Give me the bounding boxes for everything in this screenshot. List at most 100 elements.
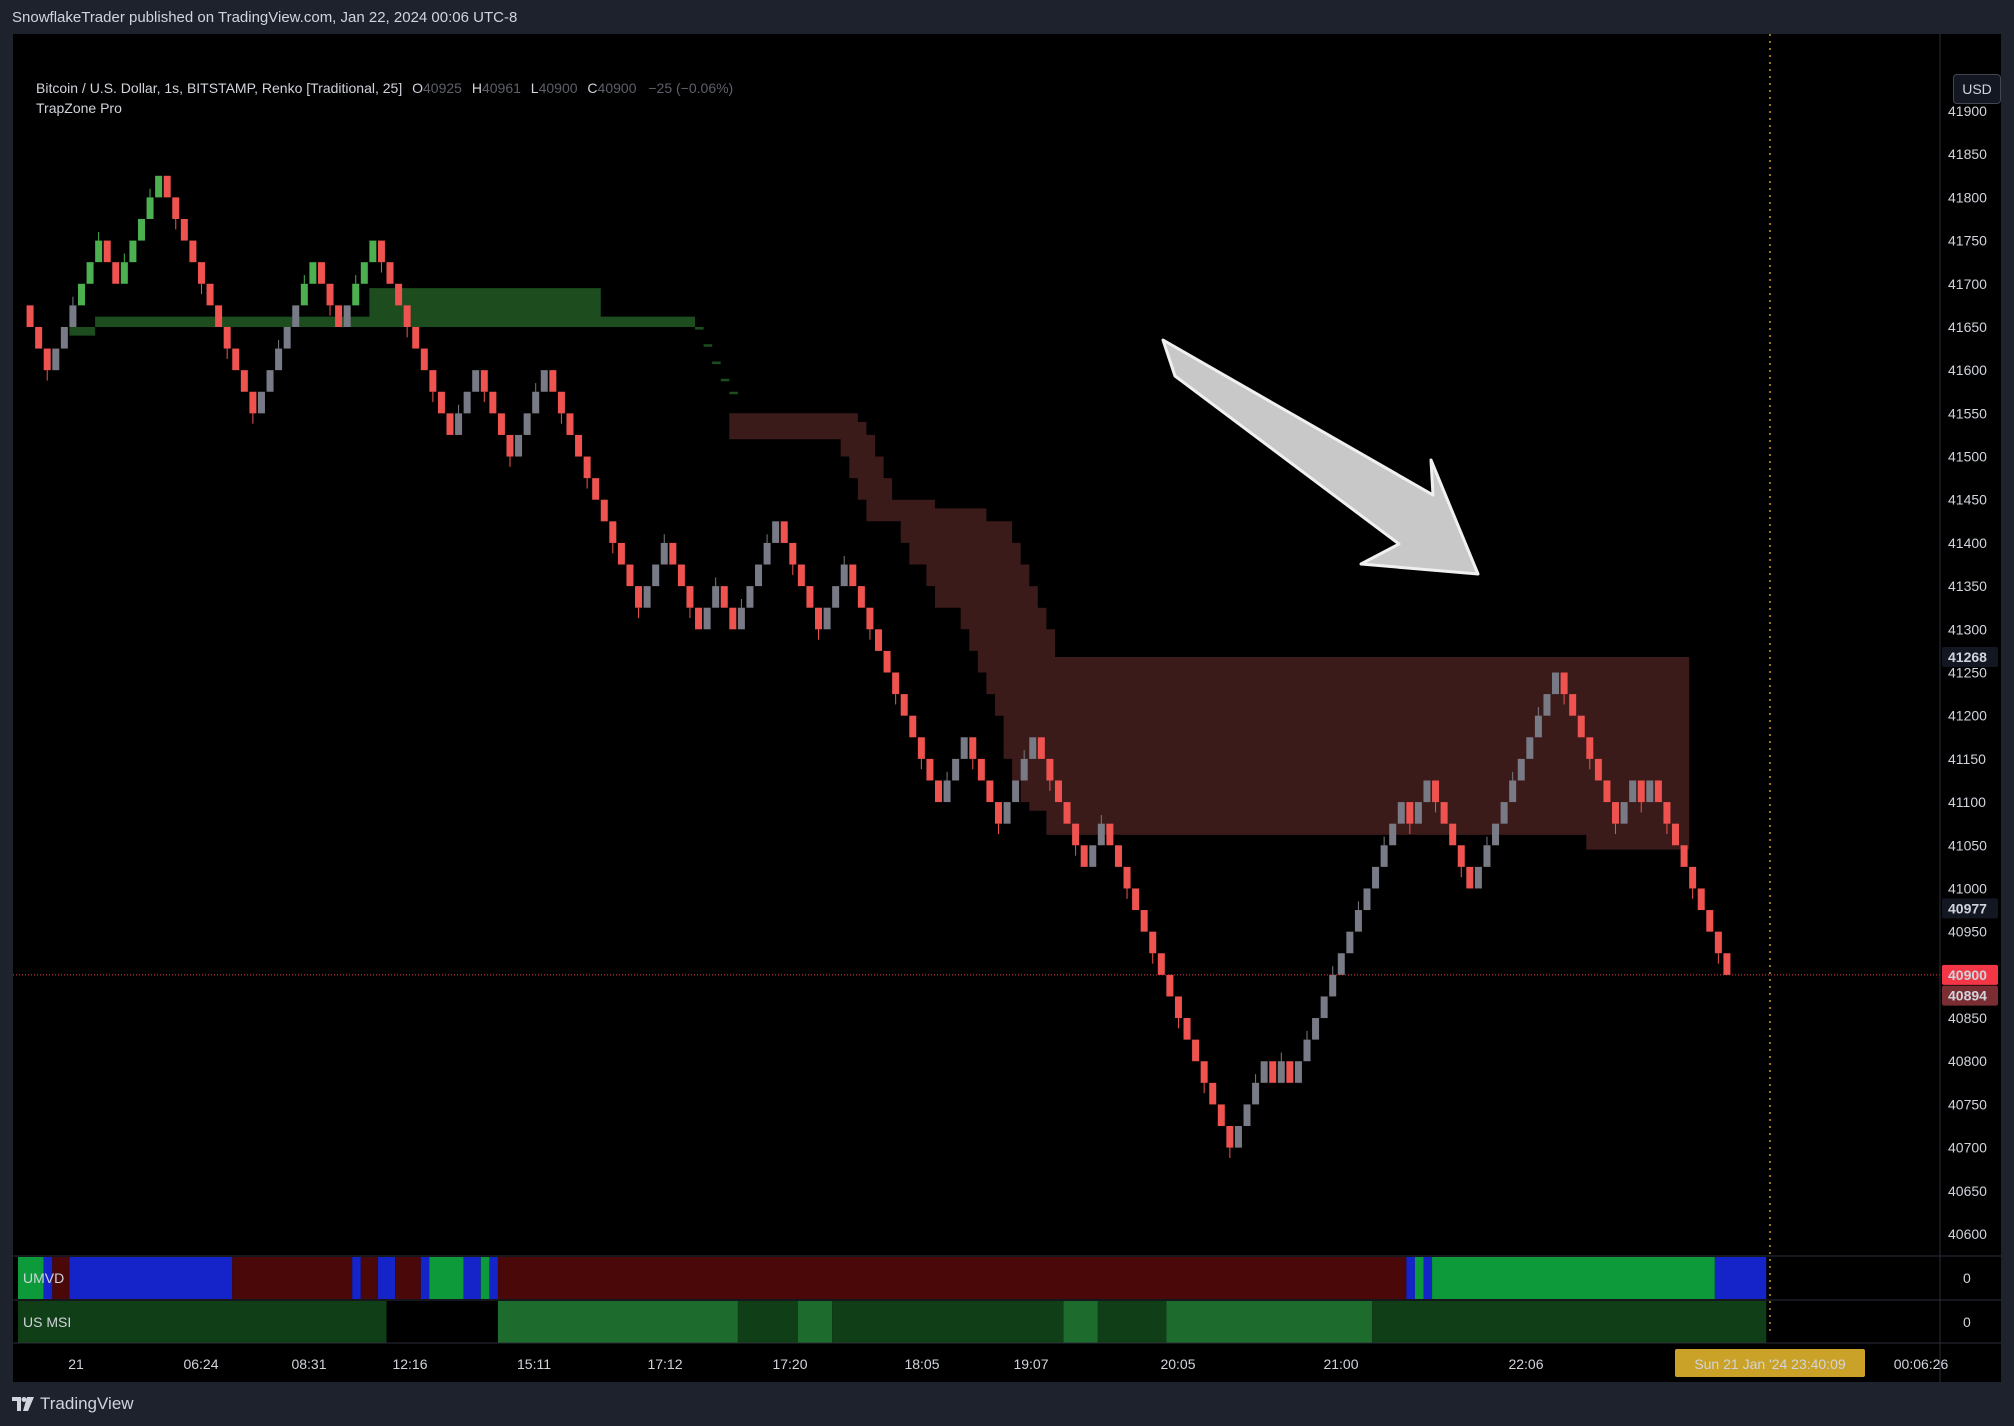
- up-brick: [300, 283, 308, 306]
- umvd-segment: [1414, 1257, 1424, 1299]
- up-brick: [1277, 1061, 1285, 1083]
- support-zone: [69, 288, 738, 395]
- down-brick: [789, 542, 797, 565]
- open-label: O: [412, 80, 424, 96]
- down-brick: [232, 348, 240, 371]
- down-brick: [677, 564, 685, 587]
- down-brick: [420, 348, 428, 371]
- up-brick: [352, 283, 360, 306]
- up-brick: [1029, 737, 1037, 759]
- up-brick: [660, 542, 668, 565]
- price-tick-label: 41450: [1948, 492, 1987, 508]
- down-brick: [926, 758, 934, 781]
- up-brick: [703, 607, 711, 630]
- down-brick: [857, 586, 865, 608]
- symbol-title[interactable]: Bitcoin / U.S. Dollar, 1s, BITSTAMP, Ren…: [36, 80, 402, 96]
- down-brick: [412, 326, 420, 349]
- time-tick-label: 15:11: [517, 1356, 551, 1372]
- down-brick: [437, 391, 445, 414]
- down-brick: [1603, 780, 1611, 803]
- up-brick: [1500, 802, 1508, 824]
- up-brick: [1423, 780, 1431, 803]
- down-brick: [506, 434, 514, 457]
- down-brick: [1457, 845, 1465, 867]
- down-brick: [1680, 845, 1688, 867]
- up-brick: [643, 586, 651, 608]
- up-brick: [1474, 866, 1482, 889]
- up-brick: [1003, 802, 1011, 824]
- price-tick-label: 41700: [1948, 276, 1987, 292]
- up-brick: [1320, 996, 1328, 1019]
- time-tick-label: 21: [68, 1356, 84, 1372]
- down-brick: [720, 586, 728, 608]
- umvd-segment: [463, 1257, 481, 1299]
- down-brick: [1440, 802, 1448, 824]
- up-brick: [1483, 845, 1491, 867]
- up-brick: [86, 262, 94, 284]
- us-msi-segment: [1097, 1301, 1167, 1343]
- down-brick: [695, 607, 703, 630]
- up-brick: [1363, 888, 1371, 911]
- up-brick: [369, 240, 377, 263]
- down-brick: [900, 694, 908, 716]
- up-brick: [515, 434, 523, 457]
- down-brick: [686, 586, 694, 608]
- up-brick: [360, 262, 368, 284]
- umvd-segment: [429, 1257, 464, 1299]
- down-brick: [1697, 888, 1705, 911]
- renko-chart[interactable]: UMVDUS MSI00 406004065040700407504080040…: [13, 34, 2001, 1382]
- down-brick: [1046, 758, 1054, 781]
- down-brick: [317, 262, 325, 284]
- time-tick-label: 12:16: [392, 1356, 427, 1372]
- down-brick: [669, 542, 677, 565]
- down-brick: [1663, 802, 1671, 824]
- chart-area[interactable]: UMVD US MSI 0 0 40600 40650 40700 40750 40800 40…: [13, 34, 2001, 1382]
- down-brick: [215, 305, 223, 327]
- down-brick: [566, 413, 574, 435]
- down-brick: [1140, 910, 1148, 932]
- up-brick: [1243, 1104, 1251, 1127]
- up-brick: [292, 305, 300, 327]
- up-brick: [1552, 672, 1560, 695]
- time-tick-label: 19:07: [1013, 1356, 1048, 1372]
- price-tick-label: 41850: [1948, 146, 1987, 162]
- tradingview-logo[interactable]: TradingView: [12, 1394, 134, 1414]
- price-tick-label: 41900: [1948, 103, 1987, 119]
- price-tick-label: 41350: [1948, 578, 1987, 594]
- up-brick: [1012, 780, 1020, 803]
- crosshair-price-label: 40894: [1948, 988, 1987, 1004]
- down-brick: [240, 370, 248, 392]
- last-price-label: 40900: [1948, 967, 1987, 983]
- down-brick: [1166, 974, 1174, 997]
- down-brick: [403, 305, 411, 327]
- umvd-segment: [352, 1257, 361, 1299]
- down-brick: [1577, 715, 1585, 738]
- down-brick: [635, 586, 643, 608]
- up-brick: [1303, 1039, 1311, 1062]
- resistance-zone: [729, 413, 1690, 850]
- umvd-segment: [360, 1257, 378, 1299]
- price-tick-label: 41150: [1948, 751, 1986, 767]
- up-brick: [1294, 1061, 1302, 1083]
- down-brick: [1037, 737, 1045, 759]
- down-brick: [1714, 931, 1722, 954]
- down-brick: [1612, 802, 1620, 824]
- down-brick: [617, 542, 625, 565]
- up-brick: [832, 586, 840, 608]
- umvd-segment: [1432, 1257, 1715, 1299]
- close-label: C: [587, 80, 598, 96]
- time-tick-label: 22:06: [1508, 1356, 1543, 1372]
- down-brick: [1449, 823, 1457, 846]
- down-brick: [917, 737, 925, 759]
- price-tick-label: 40800: [1948, 1053, 1987, 1069]
- down-brick: [377, 240, 385, 263]
- down-brick: [806, 586, 814, 608]
- indicator-name[interactable]: TrapZone Pro: [36, 98, 733, 118]
- price-tick-label: 40650: [1948, 1183, 1987, 1199]
- up-brick: [275, 348, 283, 371]
- close-value: 40900: [597, 80, 637, 96]
- currency-button[interactable]: USD: [1953, 74, 2001, 104]
- down-brick: [1226, 1126, 1234, 1148]
- down-brick: [1114, 845, 1122, 867]
- up-brick: [283, 326, 291, 349]
